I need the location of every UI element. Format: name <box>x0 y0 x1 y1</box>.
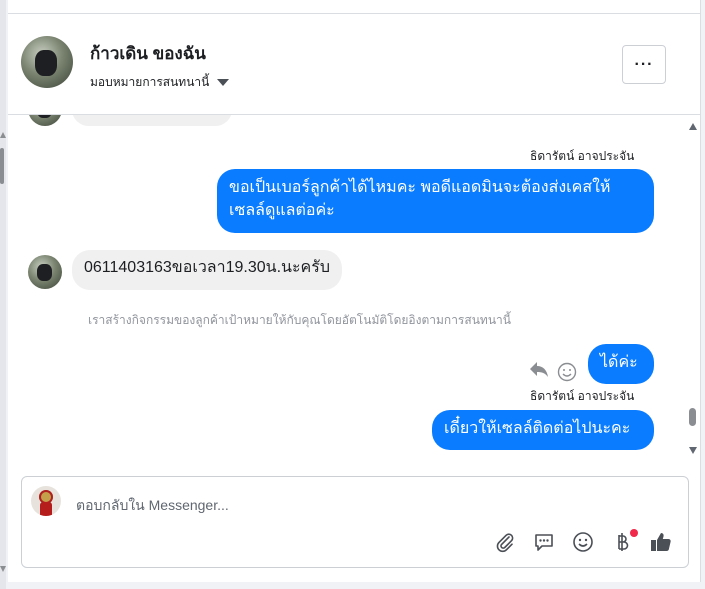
page-avatar <box>31 486 61 516</box>
contact-avatar-small <box>28 115 62 126</box>
conversation-header: ก้าวเดิน ของฉัน มอบหมายการสนทนานี้ ··· <box>8 14 700 115</box>
outgoing-message-bubble[interactable]: เดี๋ยวให้เซลล์ติดต่อไปนะคะ <box>432 410 654 450</box>
caret-down-icon <box>217 79 230 86</box>
contact-name[interactable]: ก้าวเดิน ของฉัน <box>90 40 206 67</box>
more-icon: ··· <box>634 55 654 73</box>
left-scroll-up-arrow[interactable] <box>0 132 6 138</box>
smiley-reaction-icon[interactable] <box>557 362 577 382</box>
sender-name: ธิดารัตน์ อาจประจัน <box>530 389 635 403</box>
left-scroll-down-arrow[interactable] <box>0 566 6 572</box>
contact-avatar-small <box>28 255 62 289</box>
scroll-up-arrow[interactable] <box>689 123 697 130</box>
reply-input[interactable] <box>74 493 478 517</box>
paperclip-icon[interactable] <box>493 530 517 554</box>
scroll-down-arrow[interactable] <box>689 447 697 454</box>
left-scroll-thumb[interactable] <box>0 148 4 184</box>
incoming-message-bubble[interactable]: 0611403163ขอเวลา19.30น.นะครับ <box>72 250 342 290</box>
previous-message-bubble <box>72 115 232 126</box>
message-thread[interactable]: ธิดารัตน์ อาจประจัน ขอเป็นเบอร์ลูกค้าได้… <box>8 115 700 468</box>
emoji-icon[interactable] <box>571 530 595 554</box>
saved-reply-icon[interactable] <box>532 530 556 554</box>
left-scrollbar[interactable] <box>0 0 6 589</box>
notification-dot <box>630 529 638 537</box>
conversation-panel: ก้าวเดิน ของฉัน มอบหมายการสนทนานี้ ··· ธ… <box>8 0 701 582</box>
system-notice: เราสร้างกิจกรรมของลูกค้าเป้าหมายให้กับคุ… <box>88 313 511 327</box>
outgoing-message-bubble[interactable]: ขอเป็นเบอร์ลูกค้าได้ไหมคะ พอดีแอดมินจะต้… <box>217 169 654 233</box>
reply-composer <box>21 476 689 568</box>
scroll-thumb[interactable] <box>689 408 696 426</box>
thumbs-up-icon[interactable] <box>649 530 673 554</box>
assign-conversation-dropdown[interactable]: มอบหมายการสนทนานี้ <box>90 73 230 92</box>
contact-avatar[interactable] <box>21 36 73 88</box>
sender-name: ธิดารัตน์ อาจประจัน <box>530 149 635 163</box>
reply-icon[interactable] <box>528 358 550 380</box>
outgoing-message-bubble[interactable]: ได้ค่ะ <box>588 344 654 384</box>
more-options-button[interactable]: ··· <box>622 45 666 84</box>
assign-label: มอบหมายการสนทนานี้ <box>90 75 210 89</box>
